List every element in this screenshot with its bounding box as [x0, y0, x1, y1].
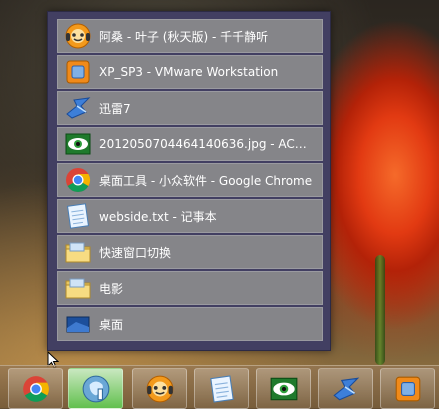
thunder-icon	[64, 94, 92, 122]
window-item-vmware[interactable]: XP_SP3 - VMware Workstation	[57, 55, 323, 89]
acdsee-icon	[269, 374, 299, 404]
taskbar	[0, 365, 439, 409]
thunder-icon	[331, 374, 361, 404]
window-item-label: 迅雷7	[99, 101, 131, 116]
window-item-desktop[interactable]: 桌面	[57, 307, 323, 341]
taskbar-button-ttplayer[interactable]	[132, 368, 187, 409]
chrome-icon	[64, 166, 92, 194]
desktop-icon	[64, 310, 92, 338]
window-item-ttplayer[interactable]: 阿桑 - 叶子 (秋天版) - 千千静听	[57, 19, 323, 53]
window-item-label: 阿桑 - 叶子 (秋天版) - 千千静听	[99, 29, 269, 44]
vmware-icon	[393, 374, 423, 404]
window-item-label: 桌面	[99, 317, 124, 332]
window-item-notepad[interactable]: webside.txt - 记事本	[57, 199, 323, 233]
app-icon	[81, 374, 111, 404]
window-item-label: XP_SP3 - VMware Workstation	[99, 65, 279, 79]
ttplayer-icon	[64, 22, 92, 50]
window-item-folder-quick-switch[interactable]: 快速窗口切换	[57, 235, 323, 269]
taskbar-button-notepad[interactable]	[194, 368, 249, 409]
taskbar-button-acdsee[interactable]	[256, 368, 311, 409]
acdsee-icon	[64, 130, 92, 158]
window-switcher-panel: 阿桑 - 叶子 (秋天版) - 千千静听 XP_SP3 - VMware Wor…	[47, 11, 331, 351]
window-list: 阿桑 - 叶子 (秋天版) - 千千静听 XP_SP3 - VMware Wor…	[57, 19, 323, 343]
taskbar-button-chrome[interactable]	[8, 368, 63, 409]
window-item-acdsee[interactable]: 2012050704464140636.jpg - ACDSee	[57, 127, 323, 161]
folder-icon	[64, 274, 92, 302]
taskbar-button-app[interactable]	[68, 368, 123, 409]
folder-icon	[64, 238, 92, 266]
window-item-label: 快速窗口切换	[99, 245, 172, 260]
notepad-icon	[64, 202, 92, 230]
window-item-label: 桌面工具 - 小众软件 - Google Chrome	[99, 173, 313, 188]
vmware-icon	[64, 58, 92, 86]
ttplayer-icon	[145, 374, 175, 404]
taskbar-button-vmware[interactable]	[380, 368, 435, 409]
taskbar-button-thunder[interactable]	[318, 368, 373, 409]
window-item-thunder[interactable]: 迅雷7	[57, 91, 323, 125]
background-flower-stem	[375, 255, 385, 365]
window-item-label: 电影	[99, 281, 124, 296]
window-item-label: webside.txt - 记事本	[99, 209, 217, 224]
window-item-folder-movies[interactable]: 电影	[57, 271, 323, 305]
notepad-icon	[207, 374, 237, 404]
window-item-chrome[interactable]: 桌面工具 - 小众软件 - Google Chrome	[57, 163, 323, 197]
window-item-label: 2012050704464140636.jpg - ACDSee	[99, 137, 322, 151]
chrome-icon	[21, 374, 51, 404]
